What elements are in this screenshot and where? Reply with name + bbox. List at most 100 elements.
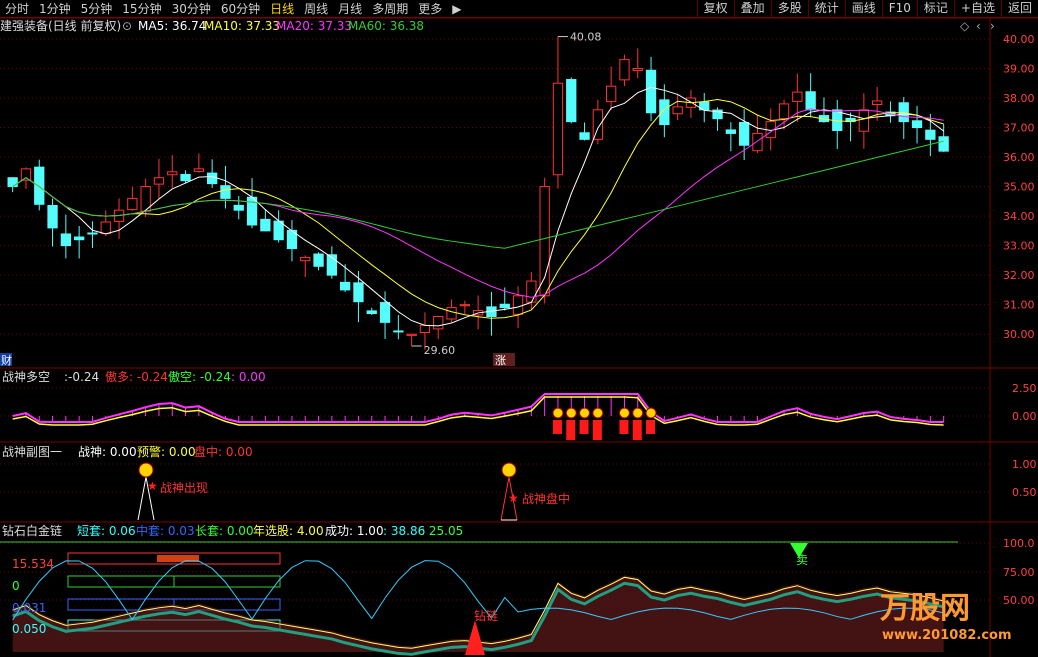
candle-body (153, 177, 165, 185)
candle-body (220, 185, 231, 199)
sell-label: 卖 (796, 553, 809, 567)
p4-left-value-1: 0 (12, 579, 20, 593)
p4-value-6: : 25.05 (421, 524, 464, 538)
candle-body (406, 333, 417, 336)
candle-body (911, 120, 923, 129)
candle-body (207, 172, 218, 185)
diamond-icon: ◇ (960, 19, 970, 33)
high-label: 40.08 (570, 31, 602, 44)
signal-bar (566, 420, 576, 440)
ma20-line (12, 108, 944, 298)
ma5-line (12, 86, 944, 327)
ma-label-0: MA5: 36.74 (138, 19, 207, 33)
candle-body (340, 281, 351, 291)
signal-bar (646, 420, 656, 434)
coin-icon (552, 407, 564, 419)
candle-body (725, 129, 737, 134)
p2-value-aoduo: 傲多: -0.24 (105, 370, 168, 384)
settings-icon: ⊙ (122, 19, 133, 33)
y-tick-label: 0.00 (1012, 410, 1037, 423)
candle-body (74, 236, 85, 241)
candle-body (20, 168, 32, 181)
p2-value-aokong: 傲空: -0.24 (168, 370, 231, 384)
tag-mid: 涨 (495, 354, 506, 367)
y-tick-label: 39.00 (1003, 62, 1035, 75)
candle-body (313, 253, 324, 267)
y-tick-label: 33.00 (1003, 240, 1035, 253)
p4-value-4: 成功: 1.00 (325, 524, 384, 538)
low-label: 29.60 (424, 344, 456, 357)
chart-canvas: 40.00 39.00 38.00 37.00 36.00 35.00 34.00 33.00… (0, 17, 1038, 657)
p4-value-3: 年选股: 4.00 (253, 524, 324, 538)
candle-body (459, 304, 471, 307)
star-icon: ★ (147, 479, 158, 493)
candle-body (792, 91, 803, 102)
candle-body (739, 122, 750, 146)
candle-body (659, 99, 670, 126)
candle-body (938, 136, 949, 152)
candle-body (193, 168, 204, 172)
next-icon: › (990, 19, 995, 33)
candle-body (180, 173, 191, 182)
candle-body (366, 310, 377, 315)
y-tick-label: 34.00 (1003, 210, 1035, 223)
candle-body (379, 302, 391, 323)
money-bag-icon (501, 462, 517, 478)
candle-body (100, 221, 111, 235)
signal-bar (632, 420, 642, 440)
watermark-url: www.201082.com (882, 628, 1012, 643)
money-bag-icon (138, 462, 154, 478)
signal-bar (579, 420, 589, 434)
y-tick-label: 1.00 (1012, 458, 1037, 471)
candle-body (925, 129, 936, 140)
y-tick-label: 0.50 (1012, 486, 1037, 499)
y-tick-label: 31.00 (1003, 299, 1035, 312)
candle-body (127, 197, 138, 211)
candle-body (260, 218, 271, 232)
p3-annotation-2: 战神盘中 (522, 492, 571, 506)
candle-body (300, 256, 311, 262)
signal-bar (592, 420, 602, 440)
candle-body (645, 69, 657, 114)
candle-body (433, 315, 444, 330)
p4-title: 钻石白金链 (2, 524, 63, 538)
p3-title: 战神副图一 (2, 445, 63, 459)
signal-bar (619, 420, 629, 434)
y-tick-label: 37.00 (1003, 122, 1035, 135)
candle-body (419, 324, 431, 333)
candle-body (353, 282, 364, 303)
p2-value: :-0.24 (64, 370, 100, 384)
p4-value-2: 长套: 0.00 (195, 524, 254, 538)
coin-icon (579, 407, 591, 419)
p3-value-panzhong: 盘中: 0.00 (194, 445, 253, 459)
candle-body (167, 171, 178, 176)
candle-body (60, 233, 72, 247)
candle-body (7, 177, 18, 188)
ma-label-1: MA10: 37.33 (204, 19, 281, 33)
candle-body (34, 166, 45, 205)
candle-body (47, 204, 58, 229)
candle-body (446, 307, 457, 320)
zl-label: 钻链 (474, 609, 499, 623)
candle-body (552, 82, 564, 176)
candle-body (539, 186, 550, 297)
y-tick-label: 2.50 (1012, 382, 1037, 395)
candle-body (632, 67, 643, 72)
candle-body (579, 132, 590, 140)
candle-body (858, 109, 870, 132)
prev-icon: ‹ (976, 19, 981, 33)
star-icon: ★ (508, 491, 519, 505)
y-tick-label: 35.00 (1003, 181, 1035, 194)
stock-label: 建强装备(日线 前复权) (0, 19, 122, 33)
candle-body (752, 132, 763, 152)
candle-body (898, 102, 909, 123)
ma10-line (12, 98, 944, 319)
y-tick-label: 75.00 (1003, 566, 1035, 579)
p2-title: 战神多空 (2, 370, 51, 384)
p4-value-0: 短套: 0.06 (77, 524, 136, 538)
y-tick-label: 50.00 (1003, 594, 1035, 607)
p4-value-1: 中套: 0.03 (136, 524, 195, 538)
signal-bar (552, 420, 562, 434)
p4-left-value-3: 0.050 (12, 622, 47, 636)
coin-icon (632, 407, 644, 419)
